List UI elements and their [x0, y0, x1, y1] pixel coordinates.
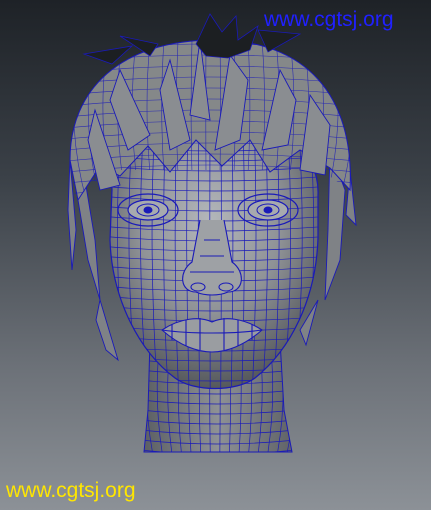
maya-viewport[interactable]: www.cgtsj.org www.cgtsj.org [0, 0, 431, 510]
wireframe-edge [136, 340, 143, 456]
head-model [67, 13, 357, 456]
watermark-top: www.cgtsj.org [264, 8, 394, 31]
watermark-bottom: www.cgtsj.org [6, 479, 136, 502]
